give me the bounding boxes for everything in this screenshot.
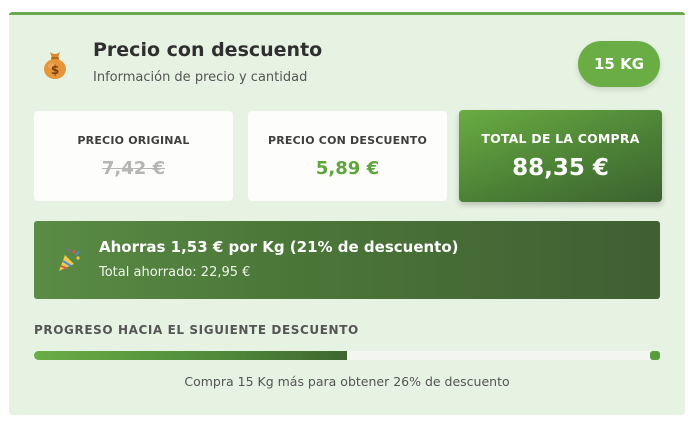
progress-bar: [34, 351, 660, 360]
quantity-badge: 15 KG: [578, 41, 660, 87]
card-subtitle: Información de precio y cantidad: [93, 70, 308, 85]
original-price-value: 7,42 €: [101, 157, 166, 179]
progress-end-marker: [650, 351, 660, 360]
progress-title: PROGRESO HACIA EL SIGUIENTE DESCUENTO: [34, 323, 359, 337]
svg-text:$: $: [51, 63, 59, 77]
total-price-value: 88,35 €: [512, 155, 609, 181]
money-bag-icon: $: [38, 47, 72, 81]
progress-fill: [34, 351, 347, 360]
discount-price-value: 5,89 €: [315, 157, 380, 179]
total-saved-text: Total ahorrado: 22,95 €: [99, 265, 251, 280]
original-price-box: PRECIO ORIGINAL 7,42 €: [34, 111, 233, 201]
party-popper-icon: [55, 246, 83, 274]
card-header: $ Precio con descuento Información de pr…: [9, 15, 685, 105]
total-price-label: TOTAL DE LA COMPRA: [481, 131, 640, 146]
total-price-box: TOTAL DE LA COMPRA 88,35 €: [459, 110, 662, 202]
progress-note: Compra 15 Kg más para obtener 26% de des…: [184, 374, 510, 389]
discount-price-box: PRECIO CON DESCUENTO 5,89 €: [248, 111, 447, 201]
savings-banner: Ahorras 1,53 € por Kg (21% de descuento)…: [34, 221, 660, 299]
card-title: Precio con descuento: [93, 39, 323, 61]
original-price-label: PRECIO ORIGINAL: [77, 133, 190, 147]
discount-price-label: PRECIO CON DESCUENTO: [268, 133, 427, 147]
discount-card: $ Precio con descuento Información de pr…: [9, 12, 685, 415]
savings-headline: Ahorras 1,53 € por Kg (21% de descuento): [99, 238, 459, 256]
